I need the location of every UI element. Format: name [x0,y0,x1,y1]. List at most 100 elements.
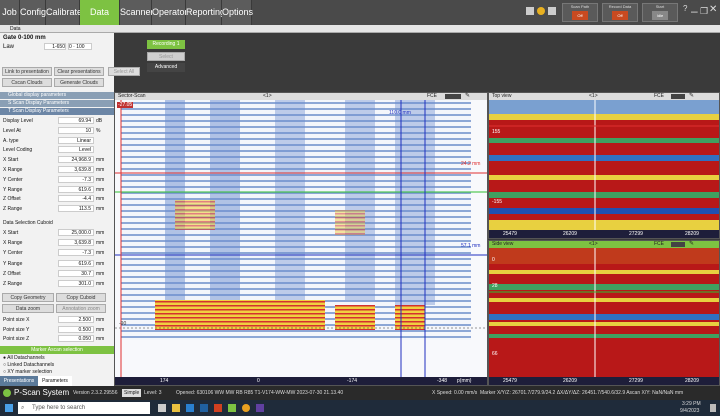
param-value-field[interactable]: 0.500 [58,325,94,333]
pscan-app-icon[interactable] [228,404,236,412]
param-value-field[interactable]: 619.6 [58,259,94,267]
taskbar-search-placeholder: Type here to search [32,405,86,411]
recording-title[interactable]: Recording 1 [147,40,185,49]
help-icon[interactable]: ? [683,4,687,13]
param-value-field[interactable]: 3,639.8 [58,166,94,173]
param-value-field[interactable]: -7.3 [58,249,94,257]
param-row: Y Range 619.6 mm [0,185,114,194]
top-view-ymark: 155 [492,129,501,135]
cscan-clouds-button[interactable]: Cscan Clouds [2,78,52,87]
param-row: X Range 3,639.8 mm [0,239,114,247]
param-value-field[interactable]: 24,968.9 [58,156,94,164]
tab-data-view[interactable]: Data View [80,0,120,42]
tab-calibrate[interactable]: Calibrate [46,0,82,25]
copy-geometry-button[interactable]: Copy Geometry [2,293,54,302]
tab-job[interactable]: Job [0,0,20,25]
file-explorer-icon[interactable] [172,404,180,412]
top-view-pin-icon[interactable]: ✎ [689,93,694,100]
param-value-field[interactable]: 0.050 [58,335,94,342]
sector-view-mode-icon[interactable] [445,94,461,99]
side-view-tick: 26209 [563,378,577,384]
side-view-x-axis: 25479 26209 27299 28209 [489,377,719,385]
tab-operator[interactable]: Operator [152,0,188,25]
notification-icon[interactable] [710,404,716,412]
start-button[interactable]: Start Idle [642,3,678,22]
level-text: Level: 3 [144,390,162,396]
display-icon[interactable] [548,7,556,15]
tab-reporting[interactable]: Reporting [186,0,225,25]
scan-path-button[interactable]: Scan Path Off [562,3,598,22]
param-value-field[interactable]: 3,639.8 [58,239,94,247]
param-value-field[interactable]: 30.7 [58,269,94,277]
param-label: Display Level [3,118,33,124]
tab-parameters[interactable]: Parameters [38,376,72,386]
store-icon[interactable] [200,404,208,412]
radio-linked-datachannels[interactable]: ○ Linked Datachannels [3,362,54,368]
chrome-icon[interactable] [242,404,250,412]
param-value-field[interactable]: 69.94 [58,117,94,124]
taskbar-search-input[interactable]: Type here to search [18,402,150,414]
office-icon[interactable] [214,404,222,412]
top-view-channel: <1> [589,93,598,99]
law-range-field[interactable]: 0 · 100 [68,43,92,50]
side-view-image[interactable] [489,248,719,377]
param-label: X Range [3,167,23,173]
edge-icon[interactable] [186,404,194,412]
param-value-field[interactable]: -4.4 [58,195,94,203]
param-value-field[interactable]: 619.6 [58,185,94,193]
windows-start-icon[interactable] [5,404,13,412]
param-value-field[interactable]: 113.5 [58,205,94,213]
sector-depth-blue: 57.1 mm [461,243,481,249]
param-label: Point size Z [3,336,30,342]
recording-advanced-button[interactable]: Advanced [147,63,185,72]
tab-scanner[interactable]: Scanner [120,0,154,25]
param-label: X Start [3,230,19,236]
param-value-field[interactable]: 25,000.0 [58,229,94,236]
law-min-field[interactable]: 1-650 [44,43,66,50]
tab-presentations[interactable]: Presentations [0,376,38,386]
param-value-field[interactable]: -7.3 [58,175,94,183]
tab-options[interactable]: Options [222,0,253,25]
tab-config[interactable]: Config [20,0,46,25]
radio-xy-marker[interactable]: ○ XY marker selection [3,369,52,375]
select-all-button[interactable]: Select All [108,67,140,76]
section-sscan-display[interactable]: S Scan Display Parameters [0,100,114,107]
param-value-field[interactable]: Linear [58,136,94,144]
sector-pin-icon[interactable]: ✎ [465,93,470,100]
top-view-mode-icon[interactable] [671,94,685,99]
param-value-field[interactable]: 2.500 [58,316,94,323]
marker-ascan-bar[interactable]: Marker Ascan selection [0,346,114,354]
info-icon[interactable] [526,7,534,15]
restore-icon[interactable]: ❐ [700,6,708,17]
param-value-field[interactable]: 10 [58,126,94,134]
mode-badge[interactable]: Simple [122,389,142,397]
recording-select-button[interactable]: Select [147,52,185,61]
radio-all-datachannels[interactable]: ● All Datachannels [3,355,45,361]
sector-scan-image[interactable] [115,100,487,379]
side-view-pin-icon[interactable]: ✎ [689,241,694,248]
param-unit: mm [96,206,105,213]
data-zoom-button[interactable]: Data zoom [2,304,54,313]
generate-clouds-button[interactable]: Generate Clouds [54,78,104,87]
param-value-field[interactable]: 301.0 [58,280,94,287]
side-view-mode-icon[interactable] [671,242,685,247]
link-to-presentation-button[interactable]: Link to presentation [2,67,52,76]
scan-path-label: Scan Path [570,4,590,9]
param-row: X Start 24,968.9 mm [0,156,114,164]
clear-presentations-button[interactable]: Clear presentations [54,67,104,76]
copy-cuboid-button[interactable]: Copy Cuboid [56,293,106,302]
close-icon[interactable]: ✕ [709,4,717,15]
param-row: Point size Y 0.500 mm [0,325,114,334]
param-value-field[interactable]: Level [58,146,94,154]
section-global-display[interactable]: Global display parameters [0,92,114,99]
clock-time[interactable]: 3:29 PM [682,401,701,408]
left-panel: Gate 0-100 mm Law 1-650 0 · 100 Recordin… [0,33,185,386]
top-view-image[interactable] [489,100,719,230]
minimize-icon[interactable]: – [691,4,698,18]
section-tscan-display[interactable]: T Scan Display Parameters [0,108,114,115]
teams-icon[interactable] [256,404,264,412]
task-view-icon[interactable] [158,404,166,412]
clock-date[interactable]: 9/4/2023 [680,408,699,415]
annotation-zoom-button[interactable]: Annotation zoom [56,304,106,313]
record-data-button[interactable]: Record Data Off [602,3,638,22]
